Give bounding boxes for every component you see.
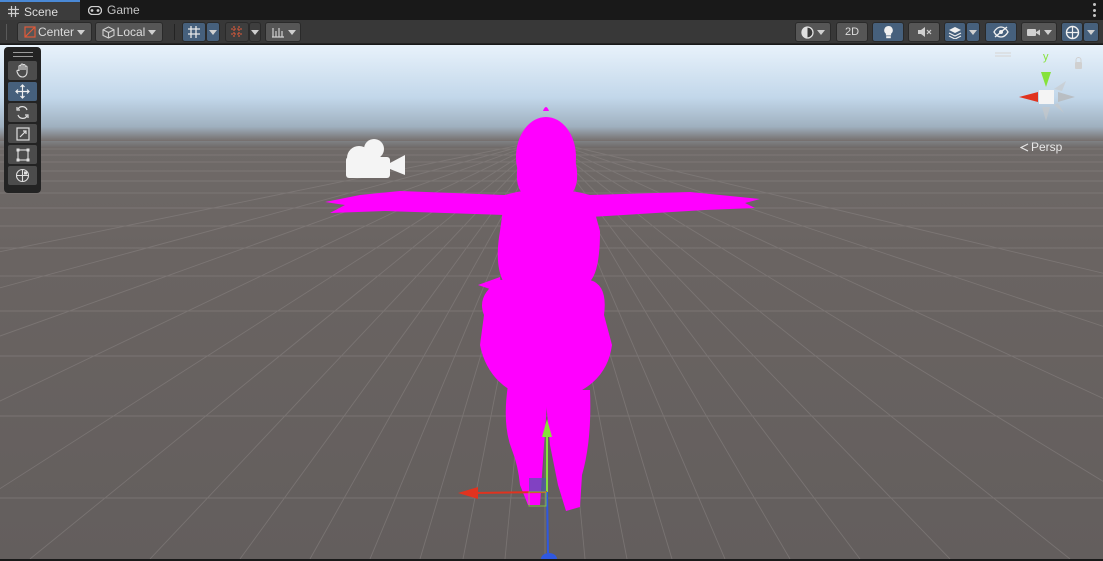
scene-toolbar: Center Local 2D (0, 20, 1103, 44)
toolbar-grip (6, 24, 7, 40)
move-tool-button[interactable] (8, 82, 37, 101)
chevron-left-icon (1020, 143, 1029, 151)
hidden-eye-icon (993, 26, 1009, 38)
snap-increment-icon (231, 26, 243, 38)
ruler-icon (271, 28, 284, 38)
z-axis-handle[interactable] (546, 491, 549, 554)
scale-icon (15, 126, 30, 141)
pivot-mode-label: Center (37, 25, 75, 39)
tab-scene-label: Scene (24, 4, 59, 19)
plane-handle-xy[interactable] (529, 478, 546, 492)
rect-transform-icon (16, 148, 29, 161)
more-options-icon[interactable] (1091, 3, 1097, 17)
rect-tool-button[interactable] (8, 145, 37, 164)
toggle-2d-button[interactable]: 2D (836, 22, 868, 42)
hand-tool-button[interactable] (8, 61, 37, 80)
gamepad-icon (88, 5, 102, 15)
chevron-down-icon (77, 29, 86, 35)
window-tab-bar: Scene Game (0, 0, 1103, 21)
toolbar-separator (174, 24, 175, 40)
scene-viewport[interactable]: y Persp (0, 45, 1103, 559)
grid-snapping-dropdown[interactable] (206, 22, 220, 42)
effects-toggle[interactable] (944, 22, 966, 42)
chevron-down-icon (1087, 29, 1095, 35)
pivot-rotation-dropdown[interactable]: Local (95, 22, 163, 42)
transform-tool-button[interactable] (8, 166, 37, 185)
chevron-down-icon (209, 29, 217, 35)
scene-camera-icon[interactable] (346, 139, 405, 178)
gizmos-dropdown[interactable] (1083, 22, 1099, 42)
projection-toggle[interactable]: Persp (1020, 140, 1062, 154)
lighting-toggle[interactable] (872, 22, 904, 42)
scale-tool-button[interactable] (8, 124, 37, 143)
tab-game[interactable]: Game (80, 0, 150, 20)
chevron-down-icon (817, 29, 825, 35)
gizmos-toggle[interactable] (1061, 22, 1083, 42)
pivot-center-icon (24, 26, 36, 38)
lock-icon[interactable] (1075, 62, 1082, 69)
gizmo-icon (1065, 25, 1079, 39)
shading-sphere-icon (801, 25, 814, 39)
video-camera-icon (1027, 28, 1040, 36)
audio-toggle[interactable] (908, 22, 940, 42)
scene-visibility-toggle[interactable] (985, 22, 1017, 42)
rotate-tool-button[interactable] (8, 103, 37, 122)
grid-icon (8, 6, 19, 17)
lightbulb-icon (883, 26, 893, 39)
tab-game-label: Game (107, 3, 140, 17)
chevron-down-icon (251, 29, 259, 35)
camera-settings-dropdown[interactable] (1021, 22, 1057, 42)
projection-label: Persp (1031, 140, 1063, 154)
rotate-icon (16, 106, 29, 119)
chevron-down-icon (1044, 29, 1052, 35)
pivot-mode-dropdown[interactable]: Center (17, 22, 92, 42)
hand-icon (15, 63, 28, 78)
tab-scene[interactable]: Scene (0, 0, 80, 21)
grid-snapping-toggle[interactable] (182, 22, 206, 42)
gizmo-y-label: y (1043, 51, 1049, 63)
move-arrows-icon (15, 84, 30, 99)
scene-content (0, 45, 1103, 559)
grid-snap-icon (188, 26, 200, 38)
snap-increment-button[interactable] (225, 22, 249, 42)
overlay-grip[interactable] (12, 52, 33, 57)
effects-dropdown[interactable] (966, 22, 980, 42)
snap-increment-dropdown[interactable] (249, 22, 261, 42)
x-axis-arrow[interactable] (458, 487, 478, 499)
ruler-dropdown[interactable] (265, 22, 301, 42)
pivot-rotation-label: Local (116, 25, 146, 39)
chevron-down-icon (287, 29, 296, 35)
toggle-2d-label: 2D (844, 26, 860, 38)
layers-icon (948, 26, 962, 39)
transform-icon (15, 168, 30, 183)
tools-overlay (4, 47, 41, 193)
chevron-down-icon (148, 29, 157, 35)
draw-mode-dropdown[interactable] (795, 22, 831, 42)
cube-icon (102, 25, 115, 39)
chevron-down-icon (969, 29, 977, 35)
mute-speaker-icon (917, 27, 931, 37)
